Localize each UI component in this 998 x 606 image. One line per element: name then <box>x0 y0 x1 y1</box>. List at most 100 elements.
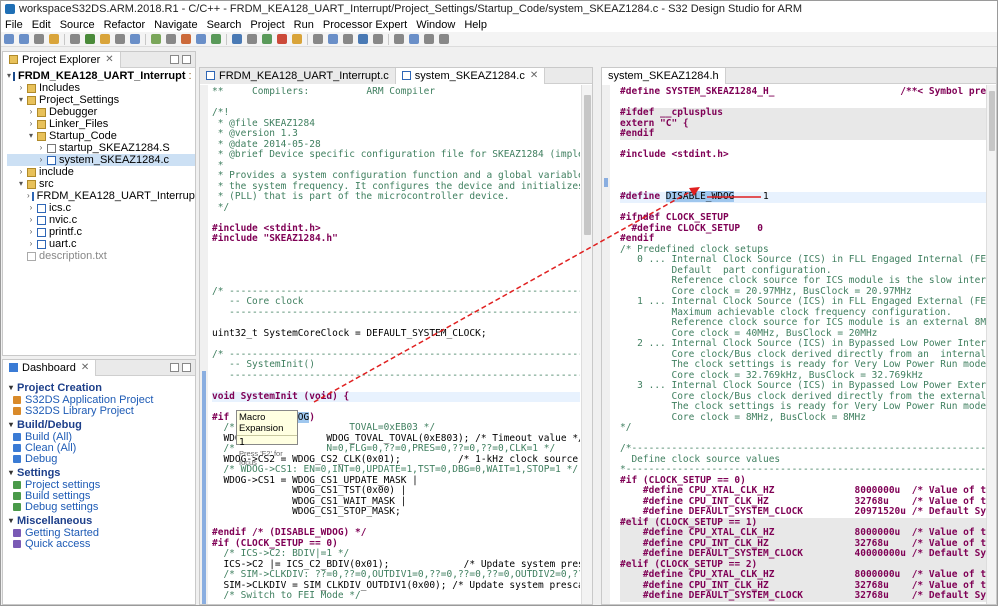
dashboard-section-header[interactable]: ▾ Project Creation <box>9 381 195 394</box>
toolbar-button-icon[interactable] <box>115 34 125 44</box>
tab-system-header[interactable]: system_SKEAZ1284.h <box>602 68 726 84</box>
menu-item-source[interactable]: Source <box>60 19 95 31</box>
toolbar-button-icon[interactable] <box>85 34 95 44</box>
menu-item-search[interactable]: Search <box>207 19 242 31</box>
tree-item[interactable]: description.txt <box>7 250 195 262</box>
dashboard-link[interactable]: Debug <box>9 453 195 465</box>
toolbar-button-icon[interactable] <box>358 34 368 44</box>
tree-item[interactable]: ▾ Startup_Code <box>7 130 195 142</box>
minimize-icon[interactable] <box>170 55 179 64</box>
expand-arrow-icon[interactable]: ▾ <box>7 70 11 82</box>
toolbar-button-icon[interactable] <box>211 34 221 44</box>
toolbar-button-icon[interactable] <box>49 34 59 44</box>
dashboard-section-header[interactable]: ▾ Build/Debug <box>9 418 195 431</box>
dashboard-link[interactable]: Build settings <box>9 490 195 502</box>
menu-item-help[interactable]: Help <box>464 19 487 31</box>
toolbar-button-icon[interactable] <box>328 34 338 44</box>
toolbar-button-icon[interactable] <box>277 34 287 44</box>
collapse-arrow-icon[interactable]: › <box>17 166 25 178</box>
toolbar-button-icon[interactable] <box>196 34 206 44</box>
close-icon[interactable]: ✕ <box>530 70 538 81</box>
toolbar-button-icon[interactable] <box>373 34 383 44</box>
editor-left-scrollbar[interactable] <box>581 85 592 604</box>
menu-item-file[interactable]: File <box>5 19 23 31</box>
tree-item[interactable]: ▾ Project_Settings <box>7 94 195 106</box>
toolbar-button-icon[interactable] <box>424 34 434 44</box>
expand-arrow-icon[interactable]: ▾ <box>17 94 25 106</box>
dashboard-link[interactable]: Debug settings <box>9 501 195 513</box>
collapse-arrow-icon[interactable]: › <box>27 202 35 214</box>
expand-arrow-icon[interactable]: ▾ <box>27 130 35 142</box>
dashboard-section-header[interactable]: ▾ Miscellaneous <box>9 514 195 527</box>
toolbar-button-icon[interactable] <box>166 34 176 44</box>
scroll-thumb[interactable] <box>989 91 995 151</box>
dashboard-link[interactable]: S32DS Library Project <box>9 405 195 417</box>
tree-item[interactable]: › uart.c <box>7 238 195 250</box>
tree-item[interactable]: ▾ FRDM_KEA128_UART_Interrupt: Debug <box>7 70 195 82</box>
editor-right-code[interactable]: #define SYSTEM_SKEAZ1284_H_ /**< Symbol … <box>620 87 986 604</box>
toolbar-button-icon[interactable] <box>151 34 161 44</box>
expand-arrow-icon[interactable]: ▾ <box>17 178 25 190</box>
tree-item[interactable]: › Debugger <box>7 106 195 118</box>
dashboard-section-header[interactable]: ▾ Settings <box>9 466 195 479</box>
toolbar-button-icon[interactable] <box>34 34 44 44</box>
toolbar-button-icon[interactable] <box>262 34 272 44</box>
tree-item[interactable]: › Includes <box>7 82 195 94</box>
toolbar-button-icon[interactable] <box>292 34 302 44</box>
dashboard-link[interactable]: Clean (All) <box>9 442 195 454</box>
collapse-arrow-icon[interactable]: › <box>37 154 45 166</box>
toolbar-button-icon[interactable] <box>181 34 191 44</box>
dashboard-link[interactable]: S32DS Application Project <box>9 394 195 406</box>
toolbar-button-icon[interactable] <box>232 34 242 44</box>
menu-item-window[interactable]: Window <box>416 19 455 31</box>
tree-item[interactable]: ▾ src <box>7 178 195 190</box>
toolbar-button-icon[interactable] <box>130 34 140 44</box>
toolbar-button-icon[interactable] <box>313 34 323 44</box>
toolbar-button-icon[interactable] <box>439 34 449 44</box>
toolbar-button-icon[interactable] <box>19 34 29 44</box>
toolbar-button-icon[interactable] <box>4 34 14 44</box>
editor-tab[interactable]: FRDM_KEA128_UART_Interrupt.c <box>200 68 396 84</box>
editor-left-code[interactable]: ** Compilers: ARM Compiler /*! * @file SK… <box>212 87 580 604</box>
tab-project-explorer[interactable]: Project Explorer ✕ <box>3 52 121 68</box>
tab-dashboard[interactable]: Dashboard ✕ <box>3 360 97 376</box>
editor-tab[interactable]: system_SKEAZ1284.c ✕ <box>395 68 546 84</box>
close-icon[interactable]: ✕ <box>81 362 89 373</box>
collapse-arrow-icon[interactable]: › <box>27 118 35 130</box>
dashboard-link[interactable]: Project settings <box>9 479 195 491</box>
collapse-arrow-icon[interactable]: › <box>27 214 35 226</box>
menu-item-processor-expert[interactable]: Processor Expert <box>323 19 407 31</box>
toolbar-button-icon[interactable] <box>100 34 110 44</box>
toolbar-button-icon[interactable] <box>394 34 404 44</box>
tree-item[interactable]: › nvic.c <box>7 214 195 226</box>
collapse-arrow-icon[interactable]: › <box>37 142 45 154</box>
scroll-thumb[interactable] <box>584 95 591 235</box>
tree-item[interactable]: › system_SKEAZ1284.c <box>7 154 195 166</box>
menu-item-run[interactable]: Run <box>294 19 314 31</box>
tree-item[interactable]: › ics.c <box>7 202 195 214</box>
dashboard-link[interactable]: Build (All) <box>9 431 195 443</box>
menu-item-navigate[interactable]: Navigate <box>154 19 197 31</box>
dashboard-link[interactable]: Getting Started <box>9 527 195 539</box>
collapse-arrow-icon[interactable]: › <box>17 82 25 94</box>
collapse-arrow-icon[interactable]: › <box>27 106 35 118</box>
tree-item[interactable]: › include <box>7 166 195 178</box>
tree-item[interactable]: › Linker_Files <box>7 118 195 130</box>
toolbar-button-icon[interactable] <box>247 34 257 44</box>
toolbar-button-icon[interactable] <box>70 34 80 44</box>
collapse-arrow-icon[interactable]: › <box>27 190 30 202</box>
menu-item-refactor[interactable]: Refactor <box>104 19 146 31</box>
tree-item[interactable]: › startup_SKEAZ1284.S <box>7 142 195 154</box>
dashboard-link[interactable]: Quick access <box>9 538 195 550</box>
menu-item-edit[interactable]: Edit <box>32 19 51 31</box>
tree-item[interactable]: › FRDM_KEA128_UART_Interrupt.c <box>7 190 195 202</box>
minimize-icon[interactable] <box>170 363 179 372</box>
maximize-icon[interactable] <box>182 363 191 372</box>
editor-right-scrollbar[interactable] <box>986 85 996 604</box>
toolbar-button-icon[interactable] <box>409 34 419 44</box>
toolbar-button-icon[interactable] <box>343 34 353 44</box>
collapse-arrow-icon[interactable]: › <box>27 226 35 238</box>
collapse-arrow-icon[interactable]: › <box>27 238 35 250</box>
tree-item[interactable]: › printf.c <box>7 226 195 238</box>
maximize-icon[interactable] <box>182 55 191 64</box>
